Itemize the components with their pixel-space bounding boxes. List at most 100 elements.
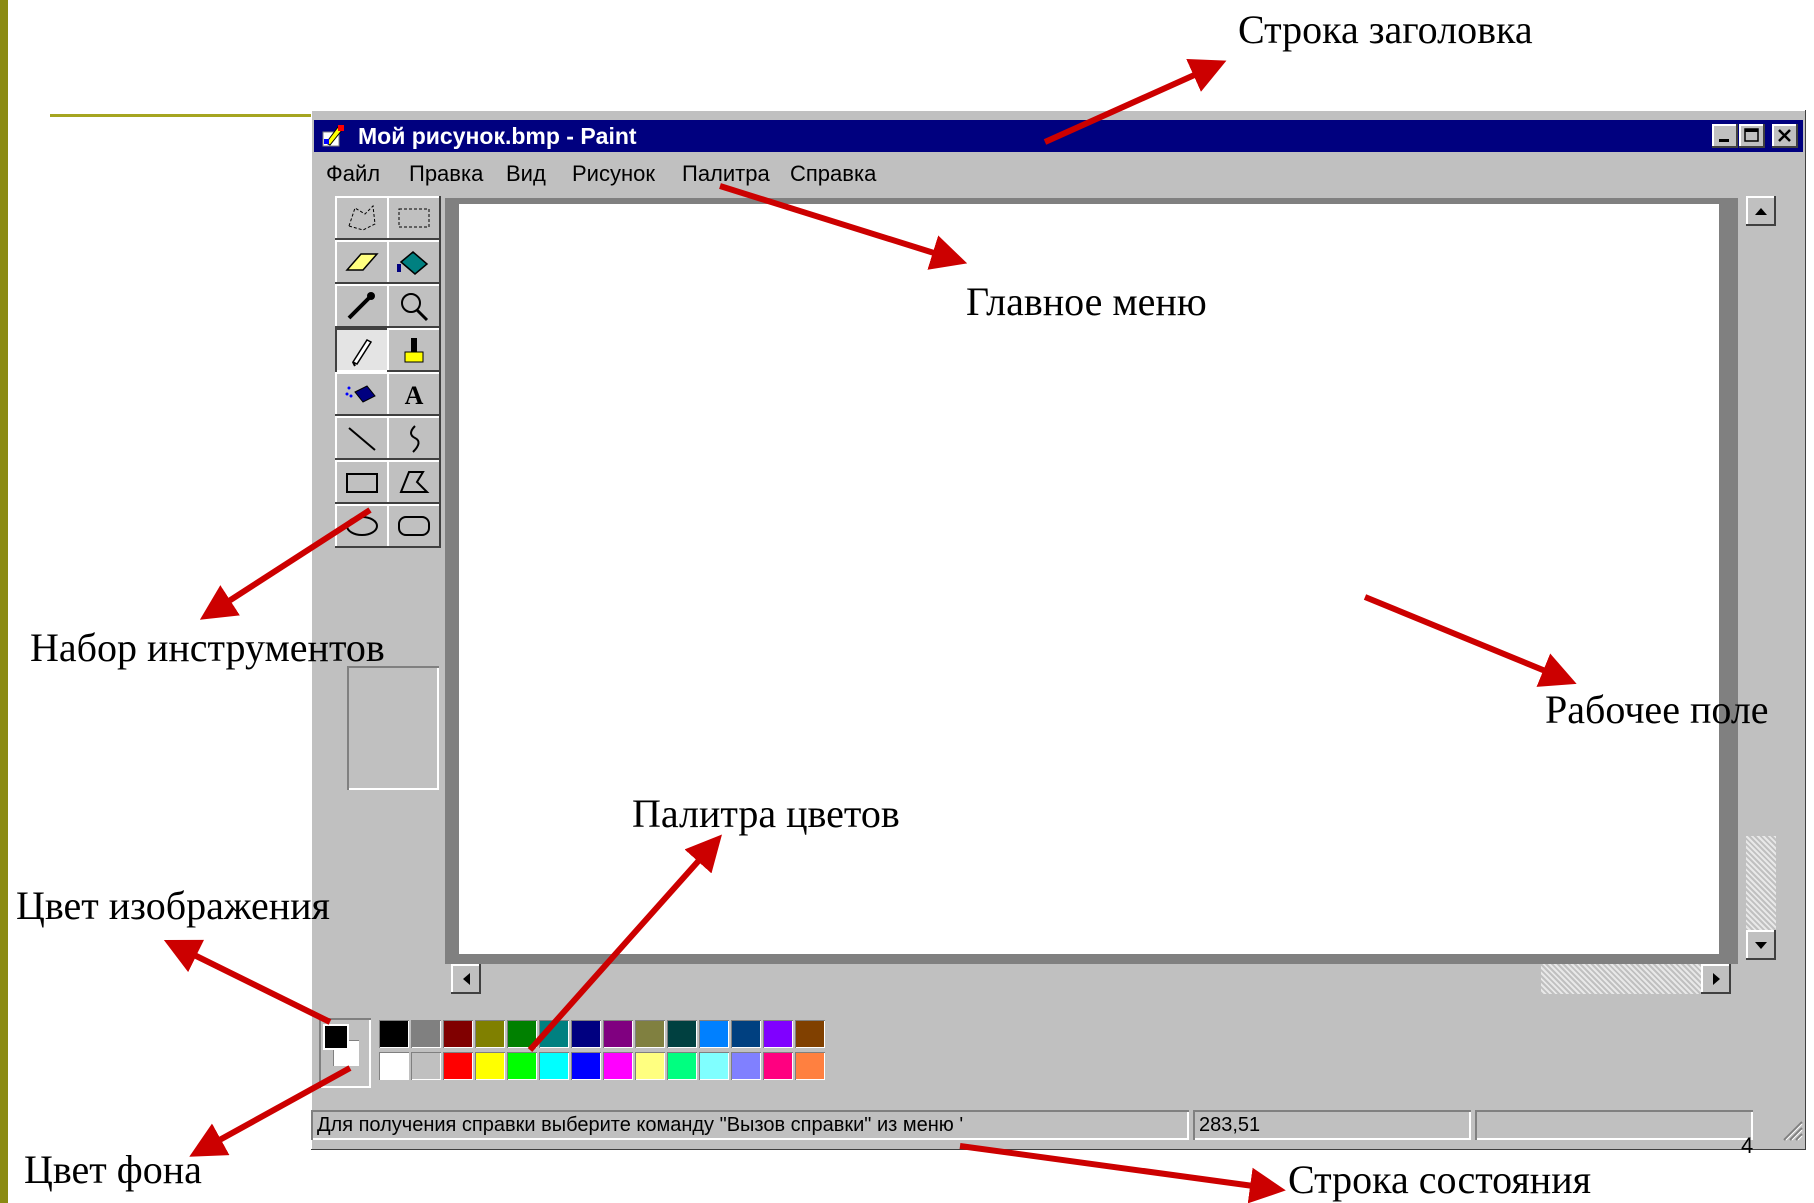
palette-swatch[interactable] [507, 1052, 537, 1080]
fill-icon [397, 251, 429, 275]
palette-swatch[interactable] [699, 1020, 729, 1048]
palette-swatch[interactable] [475, 1020, 505, 1048]
palette-swatch[interactable] [667, 1052, 697, 1080]
palette-swatch[interactable] [635, 1052, 665, 1080]
palette-swatch[interactable] [539, 1052, 569, 1080]
menu-help[interactable]: Справка [790, 161, 876, 187]
palette-swatch[interactable] [411, 1052, 441, 1080]
annotation-title-bar: Строка заголовка [1238, 7, 1533, 52]
scroll-down-button[interactable] [1746, 930, 1776, 960]
palette-swatch[interactable] [795, 1020, 825, 1048]
magnifier-icon [401, 293, 429, 322]
menu-image[interactable]: Рисунок [572, 161, 655, 187]
vertical-scroll-track[interactable] [1746, 836, 1776, 936]
color-picker-icon [347, 292, 375, 320]
rect-select-tool[interactable] [387, 196, 441, 240]
title-bar[interactable]: Мой рисунок.bmp - Paint [314, 120, 1803, 152]
brush-tool[interactable] [387, 328, 441, 372]
arrow-up-icon [1755, 208, 1767, 215]
pencil-icon [351, 339, 373, 367]
vertical-scrollbar[interactable] [1746, 196, 1776, 960]
scroll-right-button[interactable] [1701, 964, 1731, 994]
text-icon: A [405, 381, 424, 410]
palette-swatch[interactable] [443, 1052, 473, 1080]
palette-swatch[interactable] [763, 1052, 793, 1080]
line-icon [348, 427, 376, 451]
rectangle-tool[interactable] [335, 460, 389, 504]
palette-swatch[interactable] [443, 1020, 473, 1048]
palette-swatch[interactable] [379, 1052, 409, 1080]
foreground-color-swatch[interactable] [323, 1024, 349, 1050]
maximize-button[interactable] [1739, 124, 1765, 148]
maximize-icon [1744, 128, 1759, 142]
airbrush-tool[interactable] [335, 372, 389, 416]
tool-options-box[interactable] [347, 666, 439, 790]
palette-swatch[interactable] [795, 1052, 825, 1080]
palette-swatch[interactable] [763, 1020, 793, 1048]
rounded-rect-icon [398, 516, 430, 536]
ellipse-icon [346, 516, 378, 536]
pencil-tool[interactable] [335, 328, 389, 372]
current-colors[interactable] [319, 1018, 371, 1088]
palette-swatch[interactable] [731, 1020, 761, 1048]
toolbox: A [325, 196, 441, 886]
annotation-palette: Палитра цветов [632, 791, 900, 836]
annotation-toolbox: Набор инструментов [30, 625, 385, 670]
scroll-up-button[interactable] [1746, 196, 1776, 226]
fill-tool[interactable] [387, 240, 441, 284]
eraser-icon [345, 253, 379, 271]
text-tool-glyph: A [405, 381, 424, 410]
horizontal-scrollbar[interactable] [451, 964, 1745, 994]
palette-swatch[interactable] [731, 1052, 761, 1080]
color-palette [319, 1018, 879, 1098]
annotation-fg-color: Цвет изображения [16, 883, 330, 928]
ellipse-tool[interactable] [335, 504, 389, 548]
palette-swatch[interactable] [507, 1020, 537, 1048]
arrow-status-bar [959, 1143, 1286, 1203]
palette-swatch[interactable] [411, 1020, 441, 1048]
curve-tool[interactable] [387, 416, 441, 460]
airbrush-icon [345, 385, 376, 403]
palette-swatch[interactable] [603, 1020, 633, 1048]
text-tool[interactable]: A [387, 372, 441, 416]
polygon-icon [399, 471, 430, 493]
free-select-tool[interactable] [335, 196, 389, 240]
close-button[interactable] [1772, 124, 1798, 148]
status-hint-cell: Для получения справки выберите команду "… [311, 1110, 1189, 1140]
menu-edit[interactable]: Правка [409, 161, 483, 187]
line-tool[interactable] [335, 416, 389, 460]
resize-grip-icon[interactable] [1778, 1116, 1804, 1142]
minimize-button[interactable] [1712, 124, 1738, 148]
arrow-down-icon [1755, 942, 1767, 949]
palette-swatch[interactable] [635, 1020, 665, 1048]
menu-palette[interactable]: Палитра [682, 161, 770, 187]
polygon-tool[interactable] [387, 460, 441, 504]
paint-window: Мой рисунок.bmp - Paint Файл Правка Вид … [311, 110, 1806, 1150]
paint-app-icon [322, 125, 344, 147]
close-icon [1778, 129, 1791, 142]
slide-decor-line [50, 114, 330, 117]
palette-swatch[interactable] [699, 1052, 729, 1080]
palette-swatch[interactable] [571, 1052, 601, 1080]
horizontal-scroll-track[interactable] [1541, 964, 1701, 994]
rounded-rect-tool[interactable] [387, 504, 441, 548]
menu-file[interactable]: Файл [326, 161, 380, 187]
eraser-tool[interactable] [335, 240, 389, 284]
annotation-bg-color: Цвет фона [24, 1147, 202, 1192]
status-hint-text: Для получения справки выберите команду "… [317, 1114, 964, 1136]
palette-swatch[interactable] [603, 1052, 633, 1080]
palette-swatch[interactable] [475, 1052, 505, 1080]
palette-swatch[interactable] [379, 1020, 409, 1048]
magnifier-tool[interactable] [387, 284, 441, 328]
window-title: Мой рисунок.bmp - Paint [358, 123, 637, 149]
palette-swatch[interactable] [667, 1020, 697, 1048]
free-select-icon [348, 204, 376, 231]
rectangle-icon [346, 473, 378, 493]
palette-swatch[interactable] [539, 1020, 569, 1048]
brush-icon [404, 338, 424, 363]
color-picker-tool[interactable] [335, 284, 389, 328]
palette-swatch[interactable] [571, 1020, 601, 1048]
menu-view[interactable]: Вид [506, 161, 546, 187]
scroll-left-button[interactable] [451, 964, 481, 994]
arrow-right-icon [1713, 973, 1720, 985]
